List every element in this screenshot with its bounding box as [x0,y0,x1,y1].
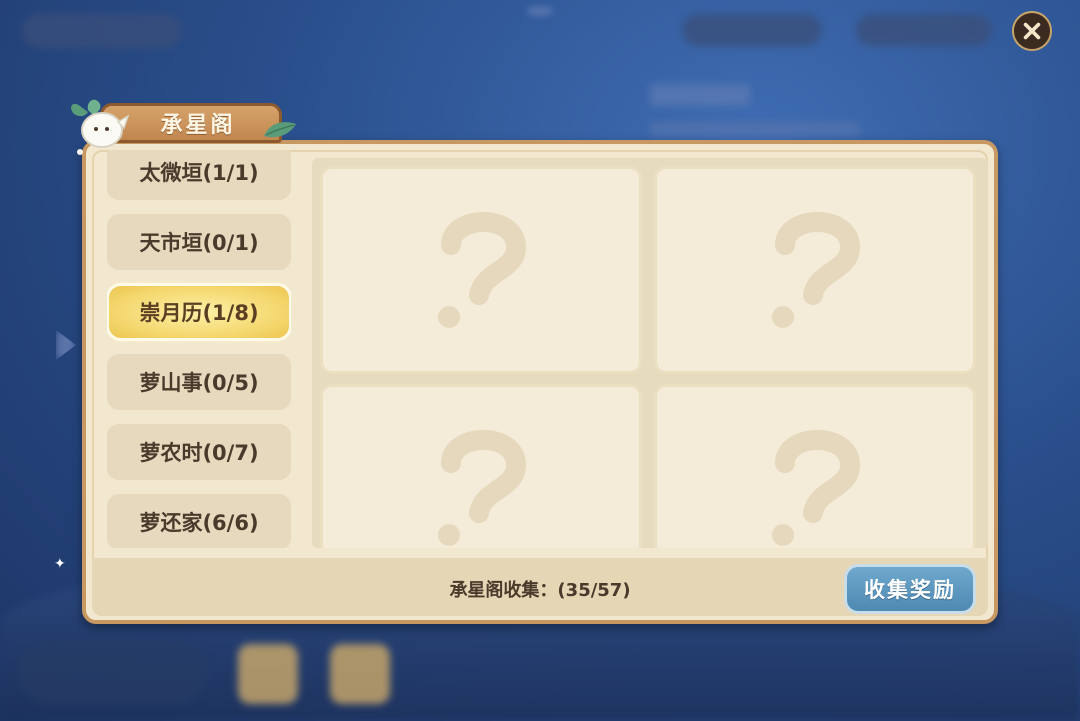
locked-card[interactable] [654,384,976,548]
sidebar-item-label: 萝农时(0/7) [139,441,259,465]
sidebar-item-luoshanshi[interactable]: 萝山事(0/5) [107,354,291,410]
background-hud-subtitle [650,122,860,136]
background-hud-currency [682,14,822,46]
collection-reward-button[interactable]: 收集奖励 [844,564,976,614]
card-grid[interactable] [312,158,988,548]
locked-card[interactable] [320,384,642,548]
question-mark-icon [772,430,861,546]
background-hud-title [650,84,750,106]
sidebar-item-chongyueli[interactable]: 崇月历(1/8) [109,286,289,338]
sidebar-item-luonongshi[interactable]: 萝农时(0/7) [107,424,291,480]
question-mark-icon [438,430,527,546]
background-hud-top-left [22,14,182,48]
background-hud-currency-2 [856,14,992,46]
close-button[interactable] [1012,11,1052,51]
panel-title: 承星阁 [160,113,236,138]
background-hud-button [238,644,298,704]
sidebar-item-label: 萝还家(6/6) [139,511,259,535]
sidebar-item-label: 萝山事(0/5) [139,371,259,395]
sparkle-icon: ✦ [54,556,66,572]
locked-card[interactable] [320,166,642,374]
question-mark-icon [772,212,861,328]
sidebar-item-label: 崇月历(1/8) [139,301,259,325]
background-hud-button-2 [330,644,390,704]
leaf-icon [264,122,296,138]
question-mark-icon [438,212,527,328]
background-hud-dots [528,8,552,14]
sidebar-item-label: 太微垣(1/1) [139,161,259,185]
background-arrow-icon [56,330,76,360]
sidebar-item-luohuanjia[interactable]: 萝还家(6/6) [107,494,291,548]
locked-card[interactable] [654,166,976,374]
background-hud-player [18,640,208,704]
close-icon [1023,22,1041,40]
sidebar-item-taiweiyuan[interactable]: 太微垣(1/1) [107,150,291,200]
sidebar-item-label: 天市垣(0/1) [139,231,259,255]
sidebar-item-tianshiyuan[interactable]: 天市垣(0/1) [107,214,291,270]
collection-progress: 承星阁收集：(35/57) [449,580,631,601]
category-list: 太微垣(1/1) 天市垣(0/1) 崇月历(1/8) 萝山事(0/5) 萝农时(… [107,150,291,548]
reward-button-label: 收集奖励 [864,578,956,602]
radish-mascot-icon [71,99,130,155]
